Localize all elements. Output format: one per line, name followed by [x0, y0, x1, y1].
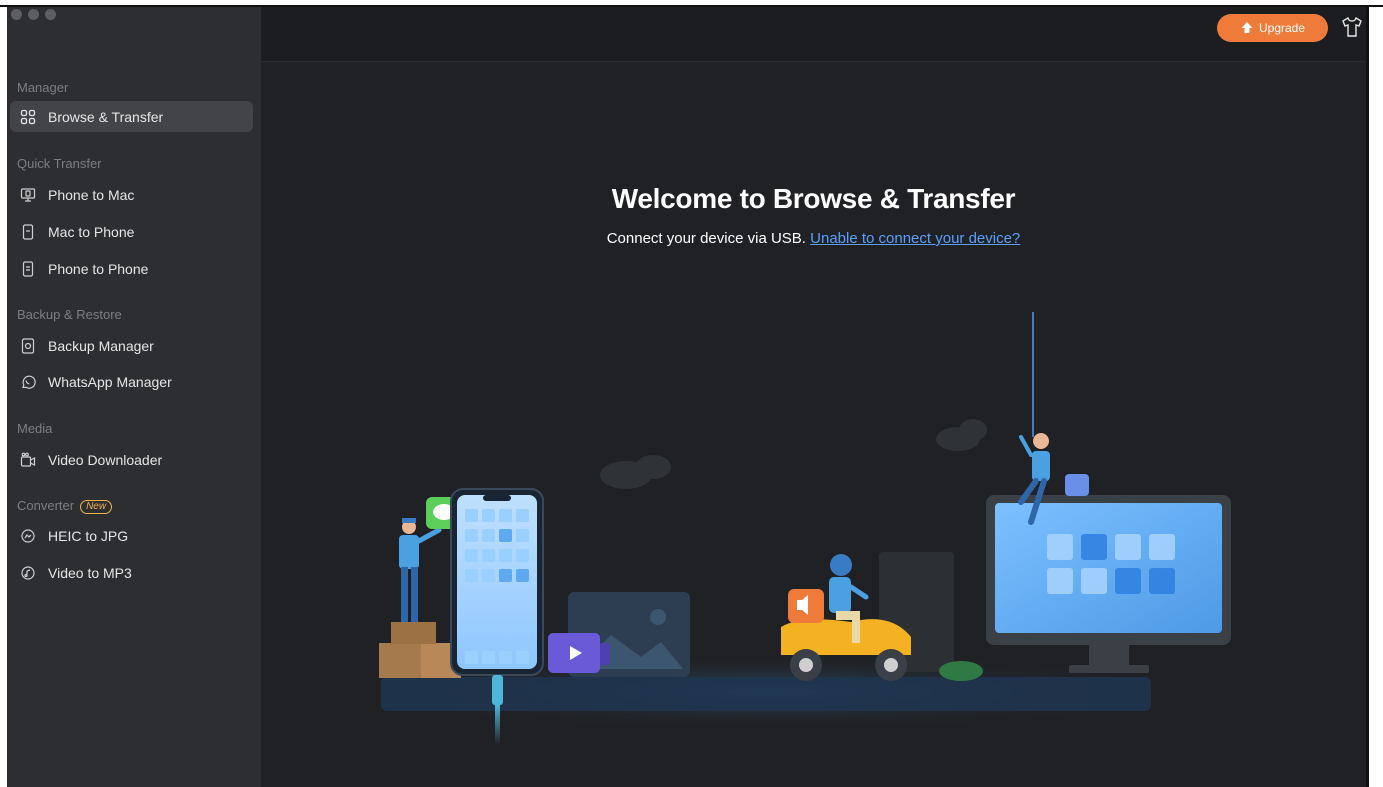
- sidebar-item-label: Video to MP3: [48, 564, 132, 581]
- sidebar-item-label: Phone to Mac: [48, 186, 135, 203]
- grid-icon: [17, 106, 39, 128]
- sidebar-item-label: HEIC to JPG: [48, 527, 129, 544]
- window-right-border: [1366, 7, 1369, 787]
- sidebar-item-mac-to-phone[interactable]: Mac to Phone: [10, 216, 253, 247]
- page-title: Welcome to Browse & Transfer: [611, 183, 1016, 214]
- mac-to-phone-icon: [17, 221, 39, 243]
- main-content: Upgrade Welcome to Browse & Transfer Con…: [261, 7, 1366, 787]
- video-download-icon: [17, 449, 39, 471]
- upgrade-arrow-icon: [1241, 22, 1253, 33]
- maximize-window-button[interactable]: [45, 9, 56, 20]
- converter-label: Converter: [17, 498, 75, 513]
- phone-device: [450, 488, 544, 676]
- minimize-window-button[interactable]: [28, 9, 39, 20]
- upgrade-button[interactable]: Upgrade: [1217, 14, 1328, 42]
- usb-connector: [492, 675, 503, 705]
- sidebar-item-heic-to-jpg[interactable]: HEIC to JPG: [10, 520, 253, 551]
- usb-cable: [495, 705, 500, 745]
- close-window-button[interactable]: [11, 9, 22, 20]
- sidebar-item-phone-to-mac[interactable]: Phone to Mac: [10, 179, 253, 210]
- sidebar: Manager Browse & Transfer Quick Transfer…: [7, 7, 261, 787]
- upgrade-label: Upgrade: [1258, 21, 1306, 35]
- sidebar-item-label: Video Downloader: [48, 451, 163, 468]
- sidebar-item-label: Backup Manager: [48, 337, 154, 354]
- whatsapp-icon: [17, 371, 39, 393]
- section-title-manager: Manager: [17, 80, 69, 95]
- cloud-shapes: [600, 419, 987, 489]
- sidebar-item-label: Phone to Phone: [48, 260, 149, 277]
- backup-icon: [17, 335, 39, 357]
- topbar: Upgrade: [261, 7, 1366, 62]
- sidebar-item-video-to-mp3[interactable]: Video to MP3: [10, 557, 253, 588]
- sidebar-item-browse-transfer[interactable]: Browse & Transfer: [10, 101, 253, 132]
- sidebar-item-phone-to-phone[interactable]: Phone to Phone: [10, 253, 253, 284]
- sidebar-item-whatsapp-manager[interactable]: WhatsApp Manager: [10, 366, 253, 397]
- sidebar-item-label: Mac to Phone: [48, 223, 135, 240]
- unable-to-connect-link[interactable]: Unable to connect your device?: [810, 230, 1020, 247]
- section-title-converter: Converter New: [17, 498, 113, 514]
- app-window: Manager Browse & Transfer Quick Transfer…: [7, 7, 1366, 787]
- section-title-quick-transfer: Quick Transfer: [17, 156, 102, 171]
- bush: [939, 661, 983, 681]
- cardboard-boxes: [379, 622, 461, 678]
- connect-device-illustration: [351, 312, 1231, 745]
- sidebar-item-label: Browse & Transfer: [48, 108, 164, 125]
- monitor-device: [986, 495, 1231, 673]
- window-controls: [11, 9, 56, 20]
- sidebar-item-video-downloader[interactable]: Video Downloader: [10, 444, 253, 475]
- heic-icon: [17, 525, 39, 547]
- phone-to-phone-icon: [17, 258, 39, 280]
- connect-instructions: Connect your device via USB. Unable to c…: [261, 230, 1366, 247]
- shirt-icon[interactable]: [1341, 16, 1363, 38]
- subtitle-text: Connect your device via USB.: [606, 230, 806, 247]
- mp3-icon: [17, 562, 39, 584]
- new-badge: New: [80, 499, 113, 514]
- section-title-backup-restore: Backup & Restore: [17, 307, 122, 322]
- section-title-media: Media: [17, 421, 53, 436]
- delivery-person: [399, 518, 442, 622]
- sidebar-item-backup-manager[interactable]: Backup Manager: [10, 330, 253, 361]
- sidebar-item-label: WhatsApp Manager: [48, 373, 172, 390]
- phone-to-mac-icon: [17, 184, 39, 206]
